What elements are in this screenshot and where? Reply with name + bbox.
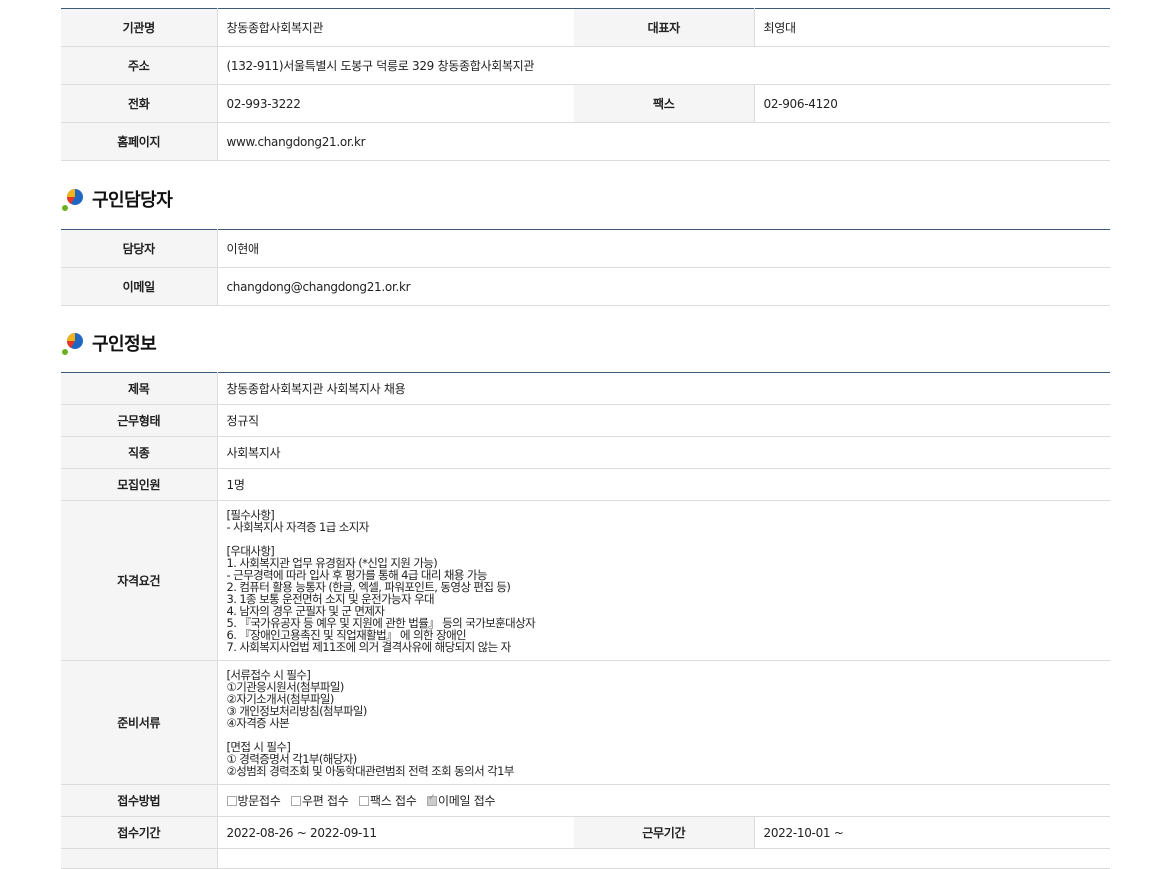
documents-label: 준비서류 bbox=[61, 660, 218, 785]
job-section-heading: 구인정보 bbox=[61, 331, 157, 355]
table-row: 준비서류 [서류접수 시 필수] ①기관응시원서(첨부파일) ②자기소개서(첨부… bbox=[61, 660, 1110, 785]
homepage-label: 홈페이지 bbox=[61, 122, 218, 161]
email-label: 이메일 bbox=[61, 267, 218, 306]
apply-method-label: 접수방법 bbox=[61, 784, 218, 817]
contact-table: 담당자 이현애 이메일 changdong@changdong21.or.kr bbox=[61, 229, 1110, 306]
checkbox-icon bbox=[358, 795, 369, 806]
checkbox-icon bbox=[226, 795, 237, 806]
contact-section-title: 구인담당자 bbox=[92, 190, 173, 211]
contact-section: 담당자 이현애 이메일 changdong@changdong21.or.kr bbox=[61, 229, 1110, 306]
table-row: 접수방법 방문접수 우편 접수 팩스 접수 이메일 접수 bbox=[61, 784, 1110, 817]
method-mail-checkbox[interactable]: 우편 접수 bbox=[290, 792, 349, 809]
job-table: 제목 창동종합사회복지관 사회복지사 채용 근무형태 정규직 직종 사회복지사 … bbox=[61, 372, 1110, 869]
subject-label: 제목 bbox=[61, 372, 218, 405]
table-row: 접수기간 2022-08-26 ~ 2022-09-11 근무기간 2022-1… bbox=[61, 816, 1110, 849]
headcount-label: 모집인원 bbox=[61, 468, 218, 501]
method-fax-checkbox[interactable]: 팩스 접수 bbox=[358, 792, 417, 809]
apply-period-label: 접수기간 bbox=[61, 816, 218, 849]
contact-person-value: 이현애 bbox=[217, 229, 1110, 268]
apply-period-value: 2022-08-26 ~ 2022-09-11 bbox=[217, 816, 574, 849]
work-type-value: 정규직 bbox=[217, 404, 1110, 437]
checkbox-icon bbox=[290, 795, 301, 806]
email-value: changdong@changdong21.or.kr bbox=[217, 267, 1110, 306]
table-row: 주소 (132-911)서울특별시 도봉구 덕릉로 329 창동종합사회복지관 bbox=[61, 46, 1110, 85]
table-row: 담당자 이현애 bbox=[61, 229, 1110, 268]
table-row: 전화 02-993-3222 팩스 02-906-4120 bbox=[61, 84, 1110, 123]
phone-label: 전화 bbox=[61, 84, 218, 123]
job-category-value: 사회복지사 bbox=[217, 436, 1110, 469]
table-row: 자격요건 [필수사항] - 사회복지사 자격증 1급 소지자 [우대사항] 1.… bbox=[61, 500, 1110, 661]
org-name-label: 기관명 bbox=[61, 8, 218, 47]
fax-value: 02-906-4120 bbox=[754, 84, 1110, 123]
table-row: 이메일 changdong@changdong21.or.kr bbox=[61, 267, 1110, 306]
phone-value: 02-993-3222 bbox=[217, 84, 574, 123]
job-section-title: 구인정보 bbox=[92, 334, 157, 355]
table-row: 모집인원 1명 bbox=[61, 468, 1110, 501]
work-period-label: 근무기간 bbox=[574, 816, 755, 849]
homepage-link[interactable]: www.changdong21.or.kr bbox=[217, 122, 1110, 161]
fax-label: 팩스 bbox=[574, 84, 755, 123]
address-value: (132-911)서울특별시 도봉구 덕릉로 329 창동종합사회복지관 bbox=[217, 46, 1110, 85]
documents-value: [서류접수 시 필수] ①기관응시원서(첨부파일) ②자기소개서(첨부파일) ③… bbox=[217, 660, 1110, 785]
apply-method-options: 방문접수 우편 접수 팩스 접수 이메일 접수 bbox=[217, 784, 1110, 817]
headcount-value: 1명 bbox=[217, 468, 1110, 501]
section-bullet-icon bbox=[62, 189, 83, 211]
section-bullet-icon bbox=[62, 333, 83, 355]
address-label: 주소 bbox=[61, 46, 218, 85]
table-row bbox=[61, 848, 1110, 869]
qualification-value: [필수사항] - 사회복지사 자격증 1급 소지자 [우대사항] 1. 사회복지… bbox=[217, 500, 1110, 661]
method-email-checkbox[interactable]: 이메일 접수 bbox=[426, 792, 496, 809]
rep-value: 최영대 bbox=[754, 8, 1110, 47]
contact-section-heading: 구인담당자 bbox=[61, 187, 173, 211]
table-row: 홈페이지 www.changdong21.or.kr bbox=[61, 122, 1110, 161]
org-name-value: 창동종합사회복지관 bbox=[217, 8, 574, 47]
job-section: 제목 창동종합사회복지관 사회복지사 채용 근무형태 정규직 직종 사회복지사 … bbox=[61, 372, 1110, 869]
subject-value: 창동종합사회복지관 사회복지사 채용 bbox=[217, 372, 1110, 405]
rep-label: 대표자 bbox=[574, 8, 755, 47]
work-period-value: 2022-10-01 ~ bbox=[754, 816, 1110, 849]
table-row: 근무형태 정규직 bbox=[61, 404, 1110, 437]
qualification-label: 자격요건 bbox=[61, 500, 218, 661]
org-info-table: 기관명 창동종합사회복지관 대표자 최영대 주소 (132-911)서울특별시 … bbox=[61, 8, 1110, 161]
checkbox-checked-icon bbox=[426, 793, 437, 806]
work-type-label: 근무형태 bbox=[61, 404, 218, 437]
method-visit-checkbox[interactable]: 방문접수 bbox=[226, 792, 281, 809]
job-category-label: 직종 bbox=[61, 436, 218, 469]
table-row: 직종 사회복지사 bbox=[61, 436, 1110, 469]
org-info-section: 기관명 창동종합사회복지관 대표자 최영대 주소 (132-911)서울특별시 … bbox=[61, 8, 1110, 161]
contact-person-label: 담당자 bbox=[61, 229, 218, 268]
table-row: 제목 창동종합사회복지관 사회복지사 채용 bbox=[61, 372, 1110, 405]
table-row: 기관명 창동종합사회복지관 대표자 최영대 bbox=[61, 8, 1110, 47]
